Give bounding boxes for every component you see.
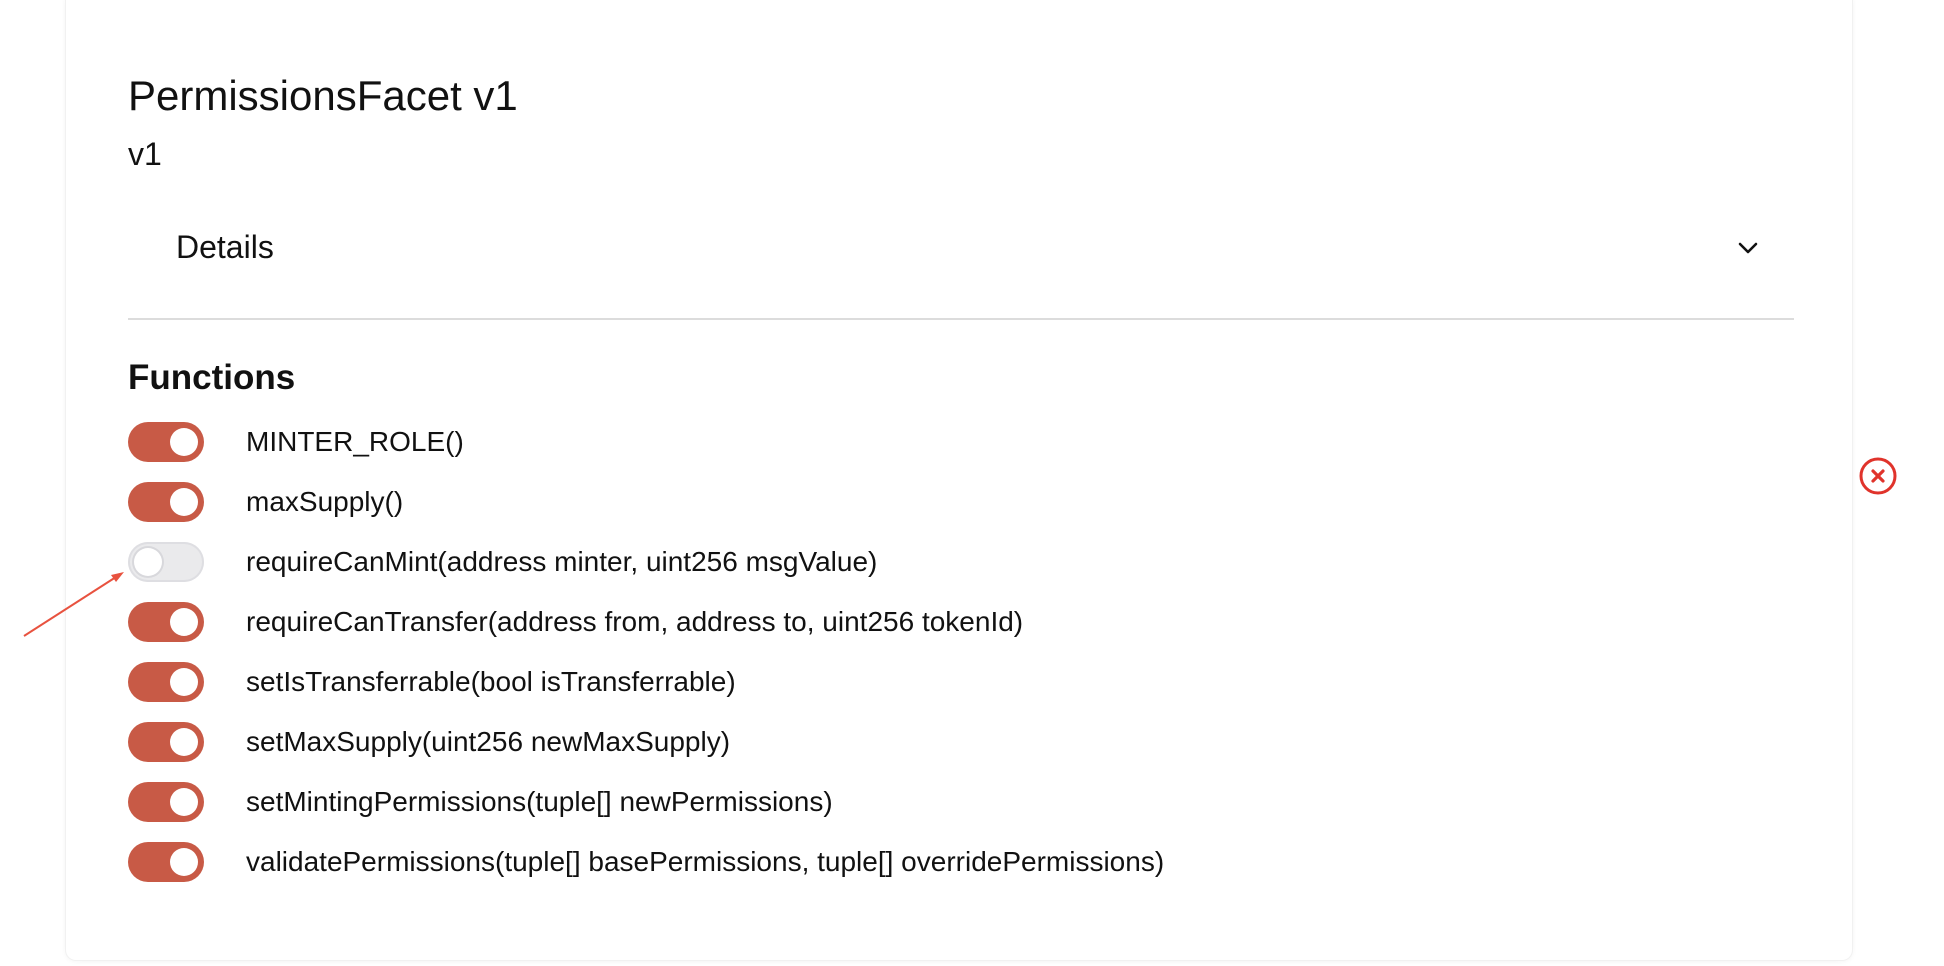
function-row: MINTER_ROLE() [128,422,464,462]
function-toggle[interactable] [128,482,204,522]
function-toggle[interactable] [128,722,204,762]
chevron-down-icon [1738,242,1758,254]
close-circle-icon[interactable] [1858,456,1898,496]
function-toggle[interactable] [128,842,204,882]
function-label: requireCanMint(address minter, uint256 m… [246,546,878,577]
toggle-knob [170,788,198,816]
function-row: setIsTransferrable(bool isTransferrable) [128,662,736,702]
toggle-knob [170,848,198,876]
function-label: MINTER_ROLE() [246,426,464,457]
function-toggle[interactable] [128,782,204,822]
function-toggle[interactable] [128,542,204,582]
toggle-knob [170,668,198,696]
toggle-knob [170,608,198,636]
toggle-knob [170,488,198,516]
function-label: setMaxSupply(uint256 newMaxSupply) [246,726,731,757]
toggle-knob [134,548,162,576]
function-toggle[interactable] [128,662,204,702]
function-row: requireCanMint(address minter, uint256 m… [128,542,877,582]
function-label: validatePermissions(tuple[] basePermissi… [246,846,1165,877]
page-title: PermissionsFacet v1 [128,72,518,119]
function-row: maxSupply() [128,482,403,522]
function-label: maxSupply() [246,486,404,517]
details-accordion[interactable]: Details [128,214,1794,320]
version-label: v1 [128,136,162,172]
functions-heading: Functions [128,358,296,397]
function-toggle[interactable] [128,602,204,642]
function-toggle[interactable] [128,422,204,462]
function-label: setIsTransferrable(bool isTransferrable) [246,666,736,697]
arrow-icon [23,572,124,637]
details-label: Details [176,229,274,265]
toggle-knob [170,428,198,456]
toggle-knob [170,728,198,756]
function-label: requireCanTransfer(address from, address… [246,606,1024,637]
function-row: setMaxSupply(uint256 newMaxSupply) [128,722,730,762]
function-row: setMintingPermissions(tuple[] newPermiss… [128,782,833,822]
function-label: setMintingPermissions(tuple[] newPermiss… [246,786,833,817]
function-row: requireCanTransfer(address from, address… [128,602,1023,642]
page: PermissionsFacet v1 v1 Details Functions… [0,0,1944,966]
function-row: validatePermissions(tuple[] basePermissi… [128,842,1164,882]
